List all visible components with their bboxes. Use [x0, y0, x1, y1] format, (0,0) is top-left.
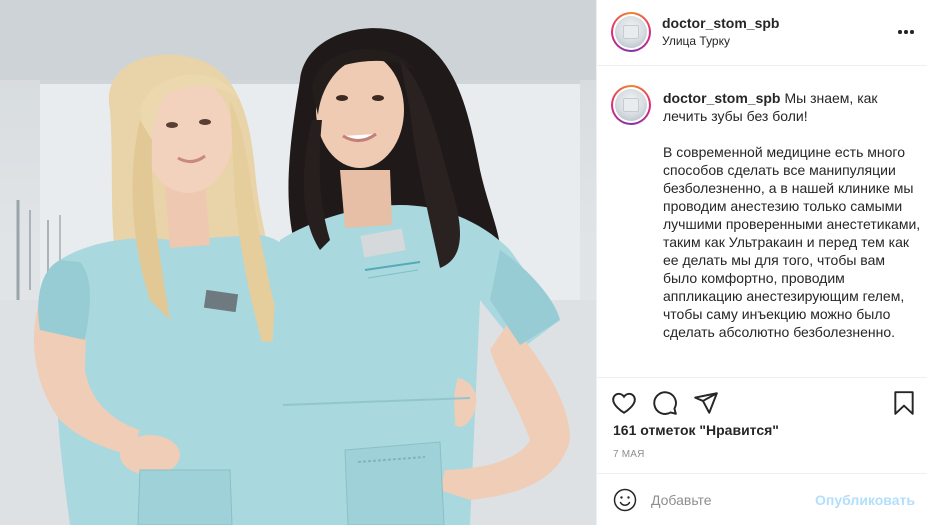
- add-comment-bar: Опубликовать: [597, 473, 927, 525]
- location-link[interactable]: Улица Турку: [662, 34, 730, 48]
- bookmark-icon[interactable]: [891, 390, 917, 416]
- avatar-image: [615, 16, 647, 48]
- comments-area[interactable]: doctor_stom_spb Мы знаем, как лечить зубы…: [597, 67, 927, 378]
- caption-body: В современной медицине есть много способ…: [663, 144, 921, 340]
- more-options-icon[interactable]: [897, 23, 915, 41]
- post-sidebar: doctor_stom_spb Улица Турку doctor_stom_…: [596, 0, 927, 525]
- post-header: doctor_stom_spb Улица Турку: [597, 0, 927, 66]
- post-caption: doctor_stom_spb Мы знаем, как лечить зубы…: [663, 89, 921, 341]
- photo-illustration: [0, 0, 596, 525]
- caption-username-link[interactable]: doctor_stom_spb: [663, 90, 780, 106]
- comment-input[interactable]: [651, 489, 841, 511]
- heart-icon[interactable]: [611, 390, 637, 416]
- smiley-icon[interactable]: [613, 488, 637, 512]
- likes-count[interactable]: 161 отметок "Нравится": [613, 422, 779, 438]
- username-link[interactable]: doctor_stom_spb: [662, 15, 779, 31]
- action-bar: [597, 384, 927, 424]
- comment-bubble-icon[interactable]: [652, 390, 678, 416]
- publish-button[interactable]: Опубликовать: [815, 492, 915, 508]
- post-date[interactable]: 7 мая: [613, 449, 645, 460]
- post-photo[interactable]: [0, 0, 596, 525]
- paper-plane-icon[interactable]: [693, 390, 719, 416]
- avatar-image: [615, 89, 647, 121]
- avatar[interactable]: [611, 12, 651, 52]
- caption-avatar[interactable]: [611, 85, 651, 125]
